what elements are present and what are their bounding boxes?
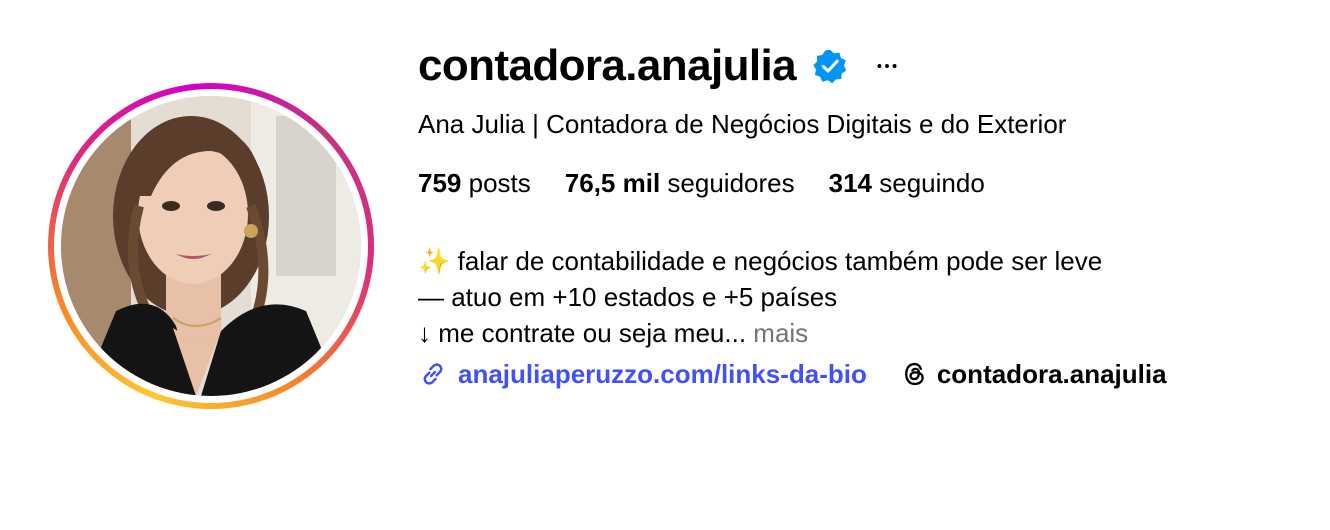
posts-count: 759 — [418, 168, 462, 198]
profile-header: contadora.anajulia Ana Julia | Contadora… — [0, 0, 1330, 530]
website-link[interactable]: anajuliaperuzzo.com/links-da-bio — [418, 359, 867, 390]
avatar[interactable] — [61, 96, 361, 396]
threads-link[interactable]: contadora.anajulia — [901, 359, 1167, 390]
bio-line-3-wrapper: ↓ me contrate ou seja meu... mais — [418, 315, 1102, 351]
more-options-button[interactable] — [870, 49, 904, 83]
profile-full-name: Ana Julia | Contadora de Negócios Digita… — [418, 109, 1067, 139]
followers-label: seguidores — [667, 168, 795, 198]
profile-links: anajuliaperuzzo.com/links-da-bio contado… — [418, 356, 1167, 392]
link-icon — [423, 363, 443, 385]
username-row: contadora.anajulia — [418, 40, 904, 92]
following-stat[interactable]: 314 seguindo — [829, 167, 985, 199]
profile-stats: 759 posts 76,5 mil seguidores 314 seguin… — [418, 167, 1019, 199]
threads-handle: contadora.anajulia — [936, 358, 1167, 389]
profile-username: contadora.anajulia — [418, 41, 797, 90]
posts-stat: 759 posts — [418, 167, 531, 199]
following-label: seguindo — [879, 168, 985, 198]
followers-stat[interactable]: 76,5 mil seguidores — [565, 167, 795, 199]
verified-badge-icon — [812, 48, 848, 84]
posts-label: posts — [468, 168, 531, 198]
following-count: 314 — [828, 168, 873, 198]
threads-icon — [904, 362, 924, 386]
avatar-image — [61, 96, 361, 396]
bio-line-2: — atuo em +10 estados e +5 países — [418, 282, 838, 312]
profile-avatar-story-ring[interactable] — [48, 83, 374, 409]
bio-more-button[interactable]: mais — [753, 318, 808, 348]
website-link-text: anajuliaperuzzo.com/links-da-bio — [458, 358, 867, 389]
profile-bio: ✨ falar de contabilidade e negócios tamb… — [418, 243, 1102, 351]
followers-count: 76,5 mil — [564, 168, 661, 198]
avatar-ring-gap — [54, 89, 368, 403]
more-options-icon — [877, 64, 897, 68]
bio-line-3: ↓ me contrate ou seja meu... — [418, 318, 747, 348]
bio-line-1: ✨ falar de contabilidade e negócios tamb… — [418, 246, 1103, 276]
